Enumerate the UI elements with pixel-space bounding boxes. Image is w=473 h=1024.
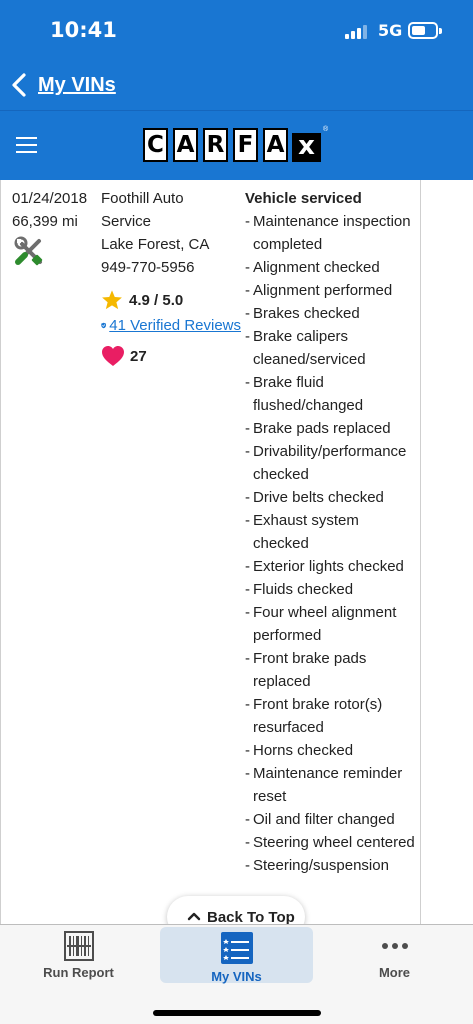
service-item: Maintenance reminder reset (245, 762, 417, 808)
service-item: Exhaust system checked (245, 509, 417, 555)
table-divider (0, 180, 1, 924)
tab-run-report[interactable]: Run Report (0, 927, 157, 983)
shop-name: Foothill Auto (101, 190, 184, 207)
list-icon (220, 932, 253, 964)
record-date-column: 01/24/2018 66,399 mi (12, 187, 98, 268)
service-heading: Vehicle serviced (245, 190, 362, 207)
service-item: Alignment performed (245, 279, 417, 302)
service-item: Front brake pads replaced (245, 647, 417, 693)
logo-letter: R (203, 128, 228, 162)
tab-label: More (378, 965, 411, 980)
battery-icon (408, 22, 442, 39)
service-item: Brake fluid flushed/changed (245, 371, 417, 417)
more-dots-icon (381, 943, 408, 949)
service-item: Steering/suspension (245, 854, 417, 877)
service-item: Steering wheel centered (245, 831, 417, 854)
chevron-up-icon (187, 912, 201, 921)
cellular-signal-icon (345, 25, 371, 39)
back-chevron-icon[interactable] (10, 72, 30, 98)
service-details-column: Vehicle serviced Maintenance inspection … (245, 187, 417, 877)
service-item: Drive belts checked (245, 486, 417, 509)
service-item: Front brake rotor(s) resurfaced (245, 693, 417, 739)
favorites-count: 27 (130, 347, 147, 365)
service-item: Alignment checked (245, 256, 417, 279)
shop-column: Foothill Auto Service Lake Forest, CA 94… (101, 187, 241, 369)
barcode-icon (63, 931, 94, 961)
star-icon (102, 290, 122, 310)
heart-icon[interactable] (101, 345, 125, 367)
status-time: 10:41 (50, 18, 117, 42)
reviews-link[interactable]: 41 Verified Reviews (109, 314, 241, 337)
header-bar: C A R F A x ® (0, 110, 473, 180)
service-item: Four wheel alignment performed (245, 601, 417, 647)
record-date: 01/24/2018 (12, 190, 88, 207)
shop-phone[interactable]: 949-770-5956 (101, 256, 241, 279)
tab-label: My VINs (211, 969, 262, 984)
service-record: 01/24/2018 66,399 mi Foothill Auto Servi… (0, 180, 473, 924)
service-wrench-icon (14, 236, 43, 266)
hamburger-menu-icon[interactable] (16, 137, 38, 153)
service-item: Drivability/performance checked (245, 440, 417, 486)
logo-letter: A (263, 128, 288, 162)
tab-more[interactable]: More (316, 927, 473, 983)
service-item: Maintenance inspection completed (245, 210, 417, 256)
logo-letter: F (233, 128, 258, 162)
service-item: Brakes checked (245, 302, 417, 325)
shop-name-continued: Service (101, 213, 152, 230)
service-item: Oil and filter changed (245, 808, 417, 831)
tab-label: Run Report (43, 965, 114, 980)
home-indicator (153, 1010, 321, 1016)
bottom-tab-bar: Run Report My VINs More (0, 924, 473, 1024)
navigation-bar: My VINs (0, 62, 473, 110)
logo-letter: A (173, 128, 198, 162)
table-divider (420, 180, 421, 924)
verified-shield-icon (101, 322, 106, 328)
service-item: Horns checked (245, 739, 417, 762)
shop-rating: 4.9 / 5.0 (101, 289, 241, 311)
shop-favorites[interactable]: 27 (101, 343, 241, 369)
shop-location: Lake Forest, CA (101, 236, 210, 253)
service-item: Fluids checked (245, 578, 417, 601)
logo-letter: C (143, 128, 168, 162)
verified-reviews[interactable]: 41 Verified Reviews (101, 311, 241, 339)
logo-x-mark: x (292, 133, 321, 162)
back-link[interactable]: My VINs (38, 74, 116, 97)
logo-registered-mark: ® (323, 126, 329, 133)
status-bar: 10:41 5G (0, 0, 473, 62)
service-item: Brake calipers cleaned/serviced (245, 325, 417, 371)
carfax-logo: C A R F A x ® (143, 126, 329, 164)
rating-value: 4.9 / 5.0 (129, 291, 184, 309)
service-item: Brake pads replaced (245, 417, 417, 440)
record-mileage: 66,399 mi (12, 213, 78, 230)
service-item: Exterior lights checked (245, 555, 417, 578)
network-type: 5G (378, 21, 403, 40)
tab-my-vins[interactable]: My VINs (160, 927, 313, 984)
